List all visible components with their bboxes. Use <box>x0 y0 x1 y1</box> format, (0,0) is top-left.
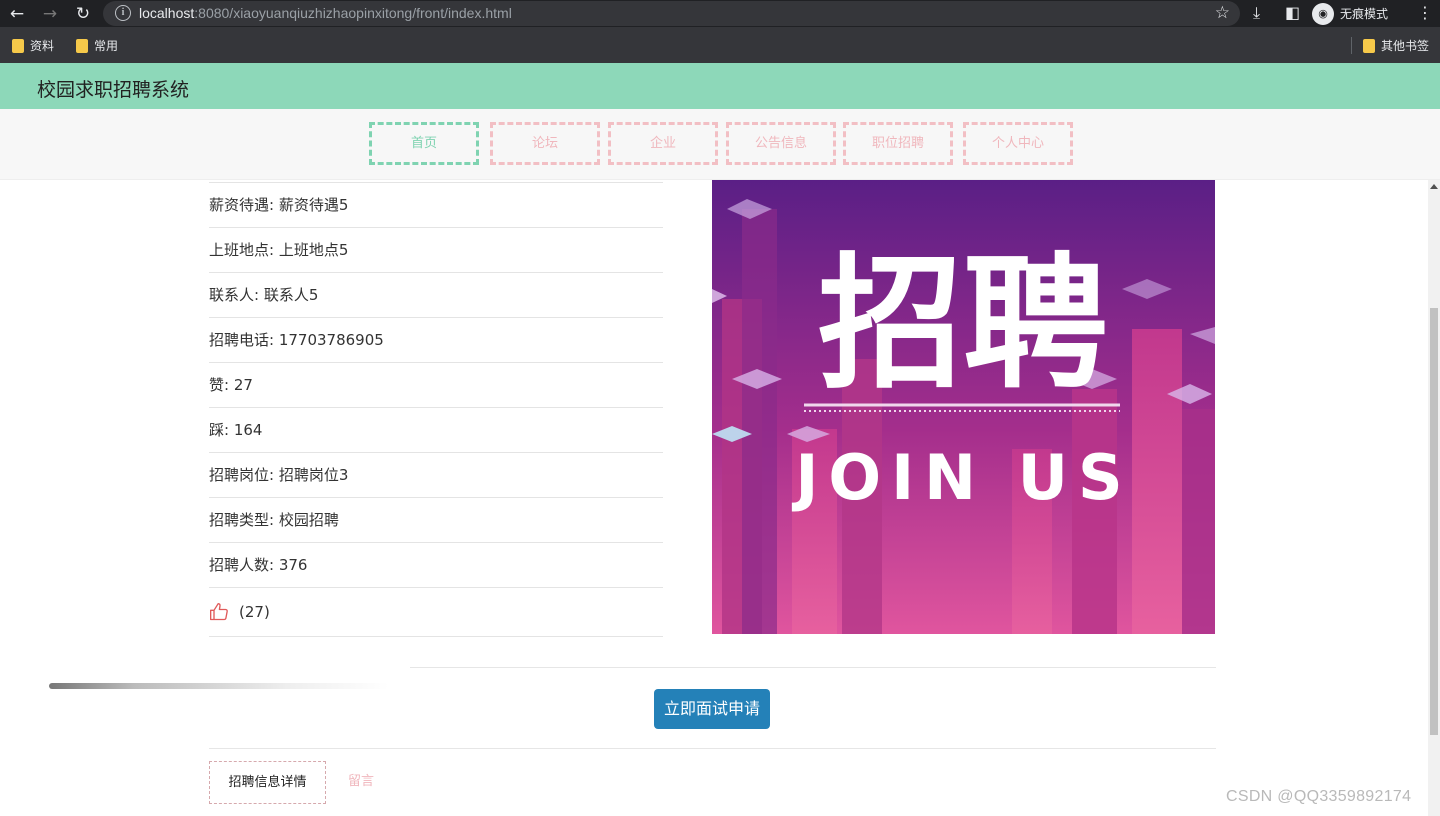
recruitment-poster-image: 招聘 JOIN US <box>712 180 1215 634</box>
detail-type: 招聘类型: 校园招聘 <box>209 497 663 542</box>
detail-headcount: 招聘人数: 376 <box>209 542 663 587</box>
bookmarks-bar: 资料 常用 其他书签 <box>0 27 1440 63</box>
browser-toolbar: ← → ↻ i localhost:8080/xiaoyuanqiuzhizha… <box>0 0 1440 27</box>
like-row: (27) <box>209 587 663 637</box>
bookmark-folder-ziliao[interactable]: 资料 <box>12 37 54 54</box>
detail-phone: 招聘电话: 17703786905 <box>209 317 663 362</box>
detail-salary: 薪资待遇: 薪资待遇5 <box>209 182 663 227</box>
detail-contact: 联系人: 联系人5 <box>209 272 663 317</box>
nav-forum[interactable]: 论坛 <box>490 122 600 165</box>
poster-subline: JOIN US <box>791 441 1132 514</box>
bookmark-star-icon[interactable]: ☆ <box>1215 3 1230 23</box>
reload-icon[interactable]: ↻ <box>73 4 93 24</box>
incognito-icon: ◉ <box>1312 2 1334 25</box>
download-icon[interactable]: ⤓ <box>1253 3 1260 23</box>
site-header: 校园求职招聘系统 <box>0 63 1440 109</box>
detail-likes: 赞: 27 <box>209 362 663 407</box>
nav-announcements[interactable]: 公告信息 <box>726 122 836 165</box>
nav-home[interactable]: 首页 <box>369 122 479 165</box>
detail-location: 上班地点: 上班地点5 <box>209 227 663 272</box>
tab-comments[interactable]: 留言 <box>338 761 384 804</box>
nav-profile[interactable]: 个人中心 <box>963 122 1073 165</box>
site-title: 校园求职招聘系统 <box>37 79 190 101</box>
nav-jobs[interactable]: 职位招聘 <box>843 122 953 165</box>
site-info-icon[interactable]: i <box>115 5 131 21</box>
scroll-thumb[interactable] <box>1430 308 1438 735</box>
incognito-indicator[interactable]: ◉ 无痕模式 <box>1312 2 1388 25</box>
poster-headline: 招聘 <box>818 240 1108 409</box>
folder-icon <box>1363 38 1375 53</box>
folder-icon <box>12 38 24 53</box>
tab-job-details[interactable]: 招聘信息详情 <box>209 761 326 804</box>
job-detail-content: 薪资待遇: 薪资待遇5 上班地点: 上班地点5 联系人: 联系人5 招聘电话: … <box>0 180 1428 816</box>
bookmark-folder-changyong[interactable]: 常用 <box>76 37 118 54</box>
watermark: CSDN @QQ3359892174 <box>1226 788 1412 805</box>
apply-interview-button[interactable]: 立即面试申请 <box>654 689 770 729</box>
scroll-up-arrow-icon[interactable] <box>1430 184 1438 189</box>
back-icon[interactable]: ← <box>7 4 27 24</box>
menu-icon[interactable]: ⋮ <box>1417 3 1433 22</box>
main-nav: 首页 论坛 企业 公告信息 职位招聘 个人中心 <box>0 109 1440 180</box>
bookmark-separator <box>1351 37 1352 54</box>
detail-dislikes: 踩: 164 <box>209 407 663 452</box>
divider <box>209 748 1216 749</box>
divider <box>410 667 1216 668</box>
forward-icon[interactable]: → <box>40 4 60 24</box>
detail-position: 招聘岗位: 招聘岗位3 <box>209 452 663 497</box>
folder-icon <box>76 38 88 53</box>
like-count: (27) <box>239 603 270 621</box>
other-bookmarks[interactable]: 其他书签 <box>1363 37 1429 54</box>
side-panel-icon[interactable]: ◧ <box>1285 3 1300 22</box>
nav-company[interactable]: 企业 <box>608 122 718 165</box>
page-scrollbar[interactable] <box>1428 180 1440 816</box>
address-bar[interactable]: i localhost:8080/xiaoyuanqiuzhizhaopinxi… <box>103 1 1240 26</box>
incognito-label: 无痕模式 <box>1340 7 1389 21</box>
blurred-artifact <box>49 683 389 689</box>
thumbs-up-icon[interactable] <box>209 602 229 622</box>
url-text[interactable]: localhost:8080/xiaoyuanqiuzhizhaopinxito… <box>139 5 512 21</box>
